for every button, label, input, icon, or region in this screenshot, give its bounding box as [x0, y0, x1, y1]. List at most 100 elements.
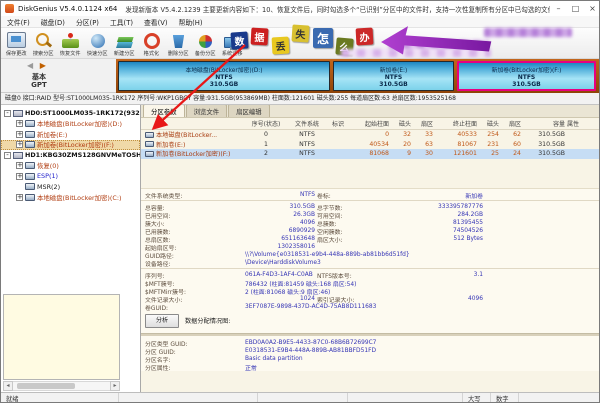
nav-left-icon[interactable]: ◀ [27, 61, 33, 70]
col-end-sec[interactable]: 扇区 [501, 119, 523, 128]
drive-icon [145, 131, 154, 138]
status-bar: 就绪 大写 数字 [1, 392, 599, 402]
new-partition-icon [116, 42, 133, 48]
drive-icon [145, 150, 154, 157]
drive-icon [25, 193, 35, 201]
expand-icon[interactable]: + [16, 130, 23, 138]
table-row[interactable]: 新加卷(E:) 1 NTFS 40534 20 63 81067 231 60 … [141, 140, 599, 150]
drive-icon [25, 120, 35, 128]
expand-icon[interactable]: + [16, 193, 23, 201]
col-fs[interactable]: 文件系统 [287, 119, 327, 128]
collapse-icon[interactable]: - [4, 151, 11, 159]
format-icon [143, 33, 160, 49]
col-end-head[interactable]: 磁头 [479, 119, 501, 128]
backup-partition-button[interactable]: 备份分区 [192, 28, 219, 58]
legend-box [3, 294, 120, 380]
recover-files-button[interactable]: 恢复文件 [57, 28, 84, 58]
disk-info-line: 磁盘0 接口:RAID 型号:ST1000LM035-1RK172 序列号:WK… [1, 93, 599, 105]
collapse-icon[interactable]: - [4, 109, 11, 117]
quick-partition-icon [90, 34, 105, 48]
new-partition-button[interactable]: 新建分区 [111, 28, 138, 58]
col-attr[interactable]: 属性 [567, 119, 593, 128]
update-notice: 发现新版本 V5.4.2.1239 主要更新内容如下：10、恢复文件后，同时勾选… [125, 5, 550, 14]
nav-right-icon[interactable]: ▶ [40, 61, 46, 70]
recover-files-icon [62, 33, 79, 48]
disk-icon [13, 109, 23, 117]
title-bar: DiskGenius V5.4.0.1124 x64 发现新版本 V5.4.2.… [1, 1, 599, 16]
expand-icon[interactable]: + [16, 162, 23, 170]
volume-details: 文件系统类型: NTFS 卷标: 新加卷 总容量: 310.5GB 总字节数: 3333… [141, 187, 599, 372]
allocation-map-caption: 数据分配情况图: [185, 318, 231, 325]
close-button[interactable]: × [584, 2, 599, 15]
partition-bar-strip: 本地磁盘(BitLocker加密)(D:) NTFS 310.5GB 新加卷(E… [116, 59, 599, 93]
ad-tile: 据 [250, 27, 269, 46]
save-changes-button[interactable]: 保存更改 [3, 28, 30, 58]
trash-icon [173, 35, 184, 48]
partition-bar-f-selected[interactable]: 新加卷(BitLocker加密)(F:) NTFS 310.5GB [457, 61, 596, 91]
col-capacity[interactable]: 容量 [523, 119, 567, 128]
save-icon [7, 32, 26, 48]
table-row[interactable]: 本地磁盘(BitLocker... 0 NTFS 0 32 33 40533 2… [141, 130, 599, 140]
status-caps: 大写 [463, 393, 491, 402]
tree-node-msr[interactable]: MSR(2) [1, 182, 140, 193]
drive-icon [25, 130, 35, 138]
partition-bar-d[interactable]: 本地磁盘(BitLocker加密)(D:) NTFS 310.5GB [118, 61, 330, 91]
ad-tile: 怎 [313, 28, 333, 48]
tree-node-disk-hd0[interactable]: - HD0:ST1000LM035-1RK172(932GB) [1, 108, 140, 119]
minimize-button[interactable]: – [550, 2, 567, 15]
expand-icon[interactable]: + [16, 141, 23, 149]
expand-icon[interactable]: + [16, 120, 23, 128]
col-flag[interactable]: 标识 [327, 119, 349, 128]
col-start-sec[interactable]: 扇区 [413, 119, 435, 128]
expand-icon[interactable]: + [16, 172, 23, 180]
search-partition-button[interactable]: 搜索分区 [30, 28, 57, 58]
ad-tile: 办 [355, 27, 374, 46]
analyze-button[interactable]: 分析 [145, 313, 179, 328]
menu-tools[interactable]: 工具(T) [110, 17, 133, 27]
tree-node-esp[interactable]: + ESP(1) [1, 171, 140, 182]
menu-disk[interactable]: 磁盘(D) [41, 17, 65, 27]
scroll-right-icon[interactable]: ▸ [110, 381, 120, 391]
scrollbar-thumb[interactable] [17, 383, 75, 389]
section-divider [141, 332, 599, 336]
disk-mode-gpt: GPT [31, 81, 47, 89]
tab-browse-files[interactable]: 浏览文件 [185, 105, 228, 117]
table-row-selected[interactable]: 新加卷(BitLocker加密)(F:) 2 NTFS 81068 9 30 1… [141, 149, 599, 159]
tree-node-partition-f-selected[interactable]: + 新加卷(BitLocker加密)(F:) [1, 139, 140, 150]
scroll-left-icon[interactable]: ◂ [3, 381, 13, 391]
ad-tile: 丢 [271, 36, 290, 55]
maximize-button[interactable]: □ [567, 2, 584, 15]
delete-partition-button[interactable]: 删除分区 [165, 28, 192, 58]
quick-partition-button[interactable]: 快速分区 [84, 28, 111, 58]
drive-icon [25, 172, 35, 180]
tab-sector-edit[interactable]: 扇区编辑 [228, 105, 270, 117]
ad-tile: 失 [291, 24, 310, 43]
col-seq[interactable]: 序号(状态) [245, 119, 287, 128]
menu-view[interactable]: 查看(V) [144, 17, 168, 27]
drive-icon [25, 183, 35, 191]
pie-backup-icon [199, 35, 212, 48]
drive-icon [25, 162, 35, 170]
analyze-row: 分析 数据分配情况图: [141, 311, 599, 331]
diskgenius-window: DiskGenius V5.4.0.1124 x64 发现新版本 V5.4.2.… [0, 0, 600, 403]
drive-icon [25, 141, 35, 149]
format-button[interactable]: 格式化 [138, 28, 165, 58]
horizontal-scrollbar[interactable]: ◂ ▸ [3, 381, 120, 391]
tree-node-recovery[interactable]: + 恢复(0) [1, 161, 140, 172]
tree-node-partition-d[interactable]: + 本地磁盘(BitLocker加密)(D:) [1, 119, 140, 130]
search-icon [34, 32, 53, 48]
tree-node-partition-c[interactable]: + 本地磁盘(BitLocker加密)(C:) [1, 192, 140, 203]
col-start-head[interactable]: 磁头 [391, 119, 413, 128]
partition-bar-e[interactable]: 新加卷(E:) NTFS 310.5GB [333, 61, 454, 91]
tree-node-disk-hd1[interactable]: - HD1:KBG30ZMS128GNVMeTOSHIBA1 [1, 150, 140, 161]
menu-partition[interactable]: 分区(P) [76, 17, 99, 27]
col-end-cyl[interactable]: 终止柱面 [435, 119, 479, 128]
menu-help[interactable]: 帮助(H) [179, 17, 203, 27]
app-icon [5, 4, 14, 13]
ad-banner[interactable]: 数 据 丢 失 怎 么 办 [229, 23, 599, 58]
tree-node-partition-e[interactable]: + 新加卷(E:) [1, 129, 140, 140]
scrollbar-track[interactable] [13, 381, 110, 391]
tab-partition-params[interactable]: 分区参数 [143, 105, 185, 117]
menu-file[interactable]: 文件(F) [7, 17, 30, 27]
col-start-cyl[interactable]: 起始柱面 [349, 119, 391, 128]
